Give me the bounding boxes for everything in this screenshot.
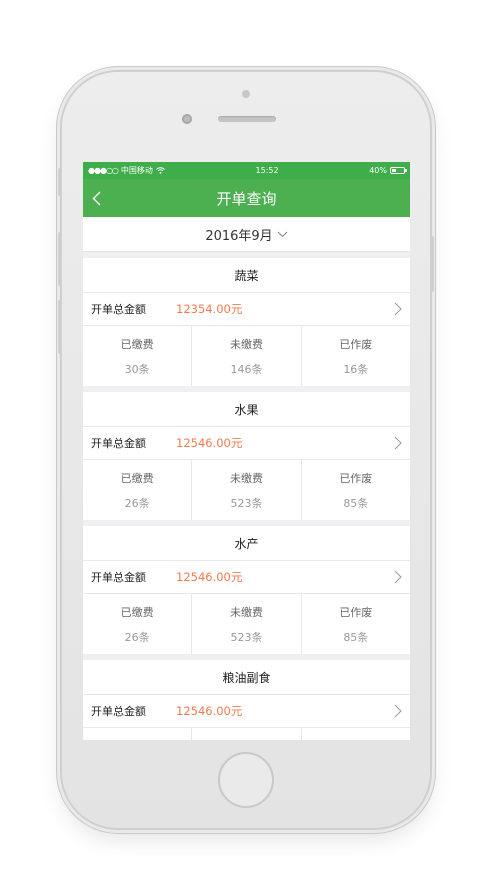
stat-count: 26条 xyxy=(124,630,150,644)
total-amount-row[interactable]: 开单总金额 12546.00元 xyxy=(83,427,410,460)
volume-down-button xyxy=(58,300,62,354)
battery-percent: 40% xyxy=(369,166,387,175)
volume-up-button xyxy=(58,232,62,286)
total-amount-value: 12546.00元 xyxy=(176,704,243,718)
stat-label: 未缴费 xyxy=(229,337,263,351)
stat-voided[interactable] xyxy=(302,728,410,740)
stat-count: 30条 xyxy=(124,362,150,376)
category-section: 蔬菜 开单总金额 12354.00元 已缴费 30条 未缴费 146条 已作废 … xyxy=(83,258,410,386)
stat-label: 已缴费 xyxy=(120,337,154,351)
stats-row xyxy=(83,728,410,740)
category-title: 粮油副食 xyxy=(83,660,410,695)
mute-switch xyxy=(58,168,62,196)
stat-count: 146条 xyxy=(230,362,263,376)
stat-count: 523条 xyxy=(230,630,263,644)
signal-icon: ●●●○○ xyxy=(88,166,119,175)
chevron-down-icon xyxy=(277,231,288,237)
total-amount-label: 开单总金额 xyxy=(91,571,146,584)
stat-label: 已作废 xyxy=(339,471,373,485)
category-section: 水产 开单总金额 12546.00元 已缴费 26条 未缴费 523条 已作废 … xyxy=(83,526,410,654)
front-camera xyxy=(182,114,192,124)
clock: 15:52 xyxy=(255,166,279,175)
category-section: 水果 开单总金额 12546.00元 已缴费 26条 未缴费 523条 已作废 … xyxy=(83,392,410,520)
stat-label: 已缴费 xyxy=(120,471,154,485)
stat-label: 已作废 xyxy=(339,605,373,619)
power-button xyxy=(430,236,434,292)
stat-count: 523条 xyxy=(230,496,263,510)
stat-voided[interactable]: 已作废 16条 xyxy=(302,326,410,386)
category-title: 水果 xyxy=(83,392,410,427)
stat-unpaid[interactable]: 未缴费 146条 xyxy=(192,326,302,386)
stat-label: 已作废 xyxy=(339,337,373,351)
total-amount-value: 12546.00元 xyxy=(176,570,243,584)
wifi-icon xyxy=(156,167,165,174)
stat-unpaid[interactable]: 未缴费 523条 xyxy=(192,594,302,654)
total-amount-value: 12546.00元 xyxy=(176,436,243,450)
stat-paid[interactable]: 已缴费 30条 xyxy=(83,326,193,386)
stat-voided[interactable]: 已作废 85条 xyxy=(302,594,410,654)
stats-row: 已缴费 26条 未缴费 523条 已作废 85条 xyxy=(83,460,410,520)
nav-bar: 开单查询 xyxy=(83,179,410,217)
stat-unpaid[interactable]: 未缴费 523条 xyxy=(192,460,302,520)
total-amount-row[interactable]: 开单总金额 12546.00元 xyxy=(83,695,410,728)
chevron-right-icon xyxy=(394,704,402,718)
date-filter-value: 2016年9月 xyxy=(205,228,273,244)
stat-unpaid[interactable] xyxy=(192,728,302,740)
stat-voided[interactable]: 已作废 85条 xyxy=(302,460,410,520)
battery-icon xyxy=(390,167,407,174)
earpiece-speaker xyxy=(218,116,276,122)
proximity-sensor xyxy=(242,90,250,98)
category-title: 蔬菜 xyxy=(83,258,410,293)
chevron-right-icon xyxy=(394,570,402,584)
stat-count: 85条 xyxy=(343,630,369,644)
back-button[interactable] xyxy=(90,189,102,207)
total-amount-label: 开单总金额 xyxy=(91,705,146,718)
total-amount-row[interactable]: 开单总金额 12354.00元 xyxy=(83,293,410,326)
stats-row: 已缴费 26条 未缴费 523条 已作废 85条 xyxy=(83,594,410,654)
date-filter[interactable]: 2016年9月 xyxy=(83,217,410,252)
app-screen: ●●●○○ 中国移动 15:52 40% 开单查询 2016年9月 蔬菜 开单总… xyxy=(83,162,410,740)
category-section: 粮油副食 开单总金额 12546.00元 xyxy=(83,660,410,740)
stat-count: 16条 xyxy=(343,362,369,376)
carrier-label: 中国移动 xyxy=(120,166,153,175)
stat-paid[interactable]: 已缴费 26条 xyxy=(83,594,193,654)
stat-label: 未缴费 xyxy=(229,605,263,619)
stat-paid[interactable]: 已缴费 26条 xyxy=(83,460,193,520)
stat-count: 26条 xyxy=(124,496,150,510)
stat-label: 未缴费 xyxy=(229,471,263,485)
category-title: 水产 xyxy=(83,526,410,561)
total-amount-label: 开单总金额 xyxy=(91,303,146,316)
chevron-right-icon xyxy=(394,436,402,450)
stat-paid[interactable] xyxy=(83,728,193,740)
total-amount-label: 开单总金额 xyxy=(91,437,146,450)
status-bar: ●●●○○ 中国移动 15:52 40% xyxy=(83,162,410,179)
stat-count: 85条 xyxy=(343,496,369,510)
stats-row: 已缴费 30条 未缴费 146条 已作废 16条 xyxy=(83,326,410,386)
total-amount-row[interactable]: 开单总金额 12546.00元 xyxy=(83,561,410,594)
home-button[interactable] xyxy=(218,752,274,808)
chevron-right-icon xyxy=(394,302,402,316)
battery-fill xyxy=(392,169,397,172)
chevron-left-icon xyxy=(92,191,100,205)
stat-label: 已缴费 xyxy=(120,605,154,619)
page-title: 开单查询 xyxy=(216,189,277,208)
total-amount-value: 12354.00元 xyxy=(176,302,243,316)
